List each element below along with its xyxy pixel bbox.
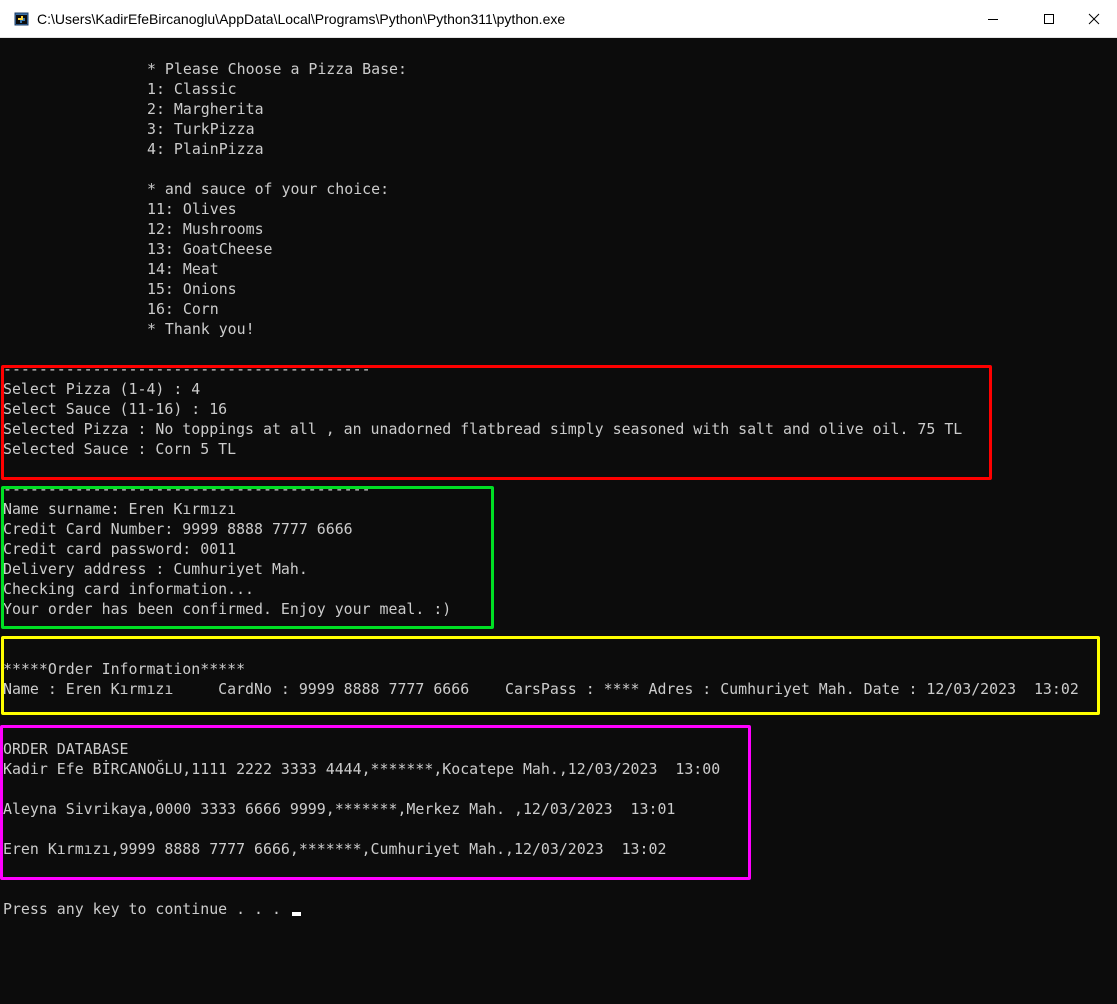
sauce-option: 13: GoatCheese bbox=[147, 240, 273, 258]
pizza-base-option: 1: Classic bbox=[147, 80, 237, 98]
payment-highlight-box bbox=[1, 486, 494, 629]
pizza-base-option: 2: Margherita bbox=[147, 100, 264, 118]
console-output[interactable]: * Please Choose a Pizza Base: 1: Classic… bbox=[0, 39, 1117, 1004]
close-icon bbox=[1088, 13, 1100, 25]
pizza-base-header: * Please Choose a Pizza Base: bbox=[147, 60, 407, 78]
maximize-icon bbox=[1044, 14, 1054, 24]
continue-prompt: Press any key to continue . . . bbox=[3, 900, 281, 918]
sauce-option: 11: Olives bbox=[147, 200, 237, 218]
order-database-highlight-box bbox=[0, 725, 751, 880]
sauce-header: * and sauce of your choice: bbox=[147, 180, 390, 198]
sauce-option: 16: Corn bbox=[147, 300, 219, 318]
maximize-button[interactable] bbox=[1026, 0, 1072, 38]
order-info-highlight-box bbox=[1, 636, 1100, 715]
sauce-option: 15: Onions bbox=[147, 280, 237, 298]
pizza-base-option: 4: PlainPizza bbox=[147, 140, 264, 158]
selection-highlight-box bbox=[1, 365, 992, 480]
sauce-option: 14: Meat bbox=[147, 260, 219, 278]
minimize-button[interactable] bbox=[970, 0, 1016, 38]
title-bar[interactable]: C:\Users\KadirEfeBircanoglu\AppData\Loca… bbox=[0, 0, 1117, 38]
console-window: C:\Users\KadirEfeBircanoglu\AppData\Loca… bbox=[0, 0, 1117, 1004]
pizza-base-option: 3: TurkPizza bbox=[147, 120, 255, 138]
minimize-icon bbox=[988, 19, 998, 20]
thank-you-line: * Thank you! bbox=[147, 320, 255, 338]
sauce-option: 12: Mushrooms bbox=[147, 220, 264, 238]
close-button[interactable] bbox=[1071, 0, 1117, 38]
python-console-icon bbox=[14, 12, 29, 26]
text-cursor bbox=[292, 912, 301, 916]
window-title: C:\Users\KadirEfeBircanoglu\AppData\Loca… bbox=[37, 11, 566, 27]
